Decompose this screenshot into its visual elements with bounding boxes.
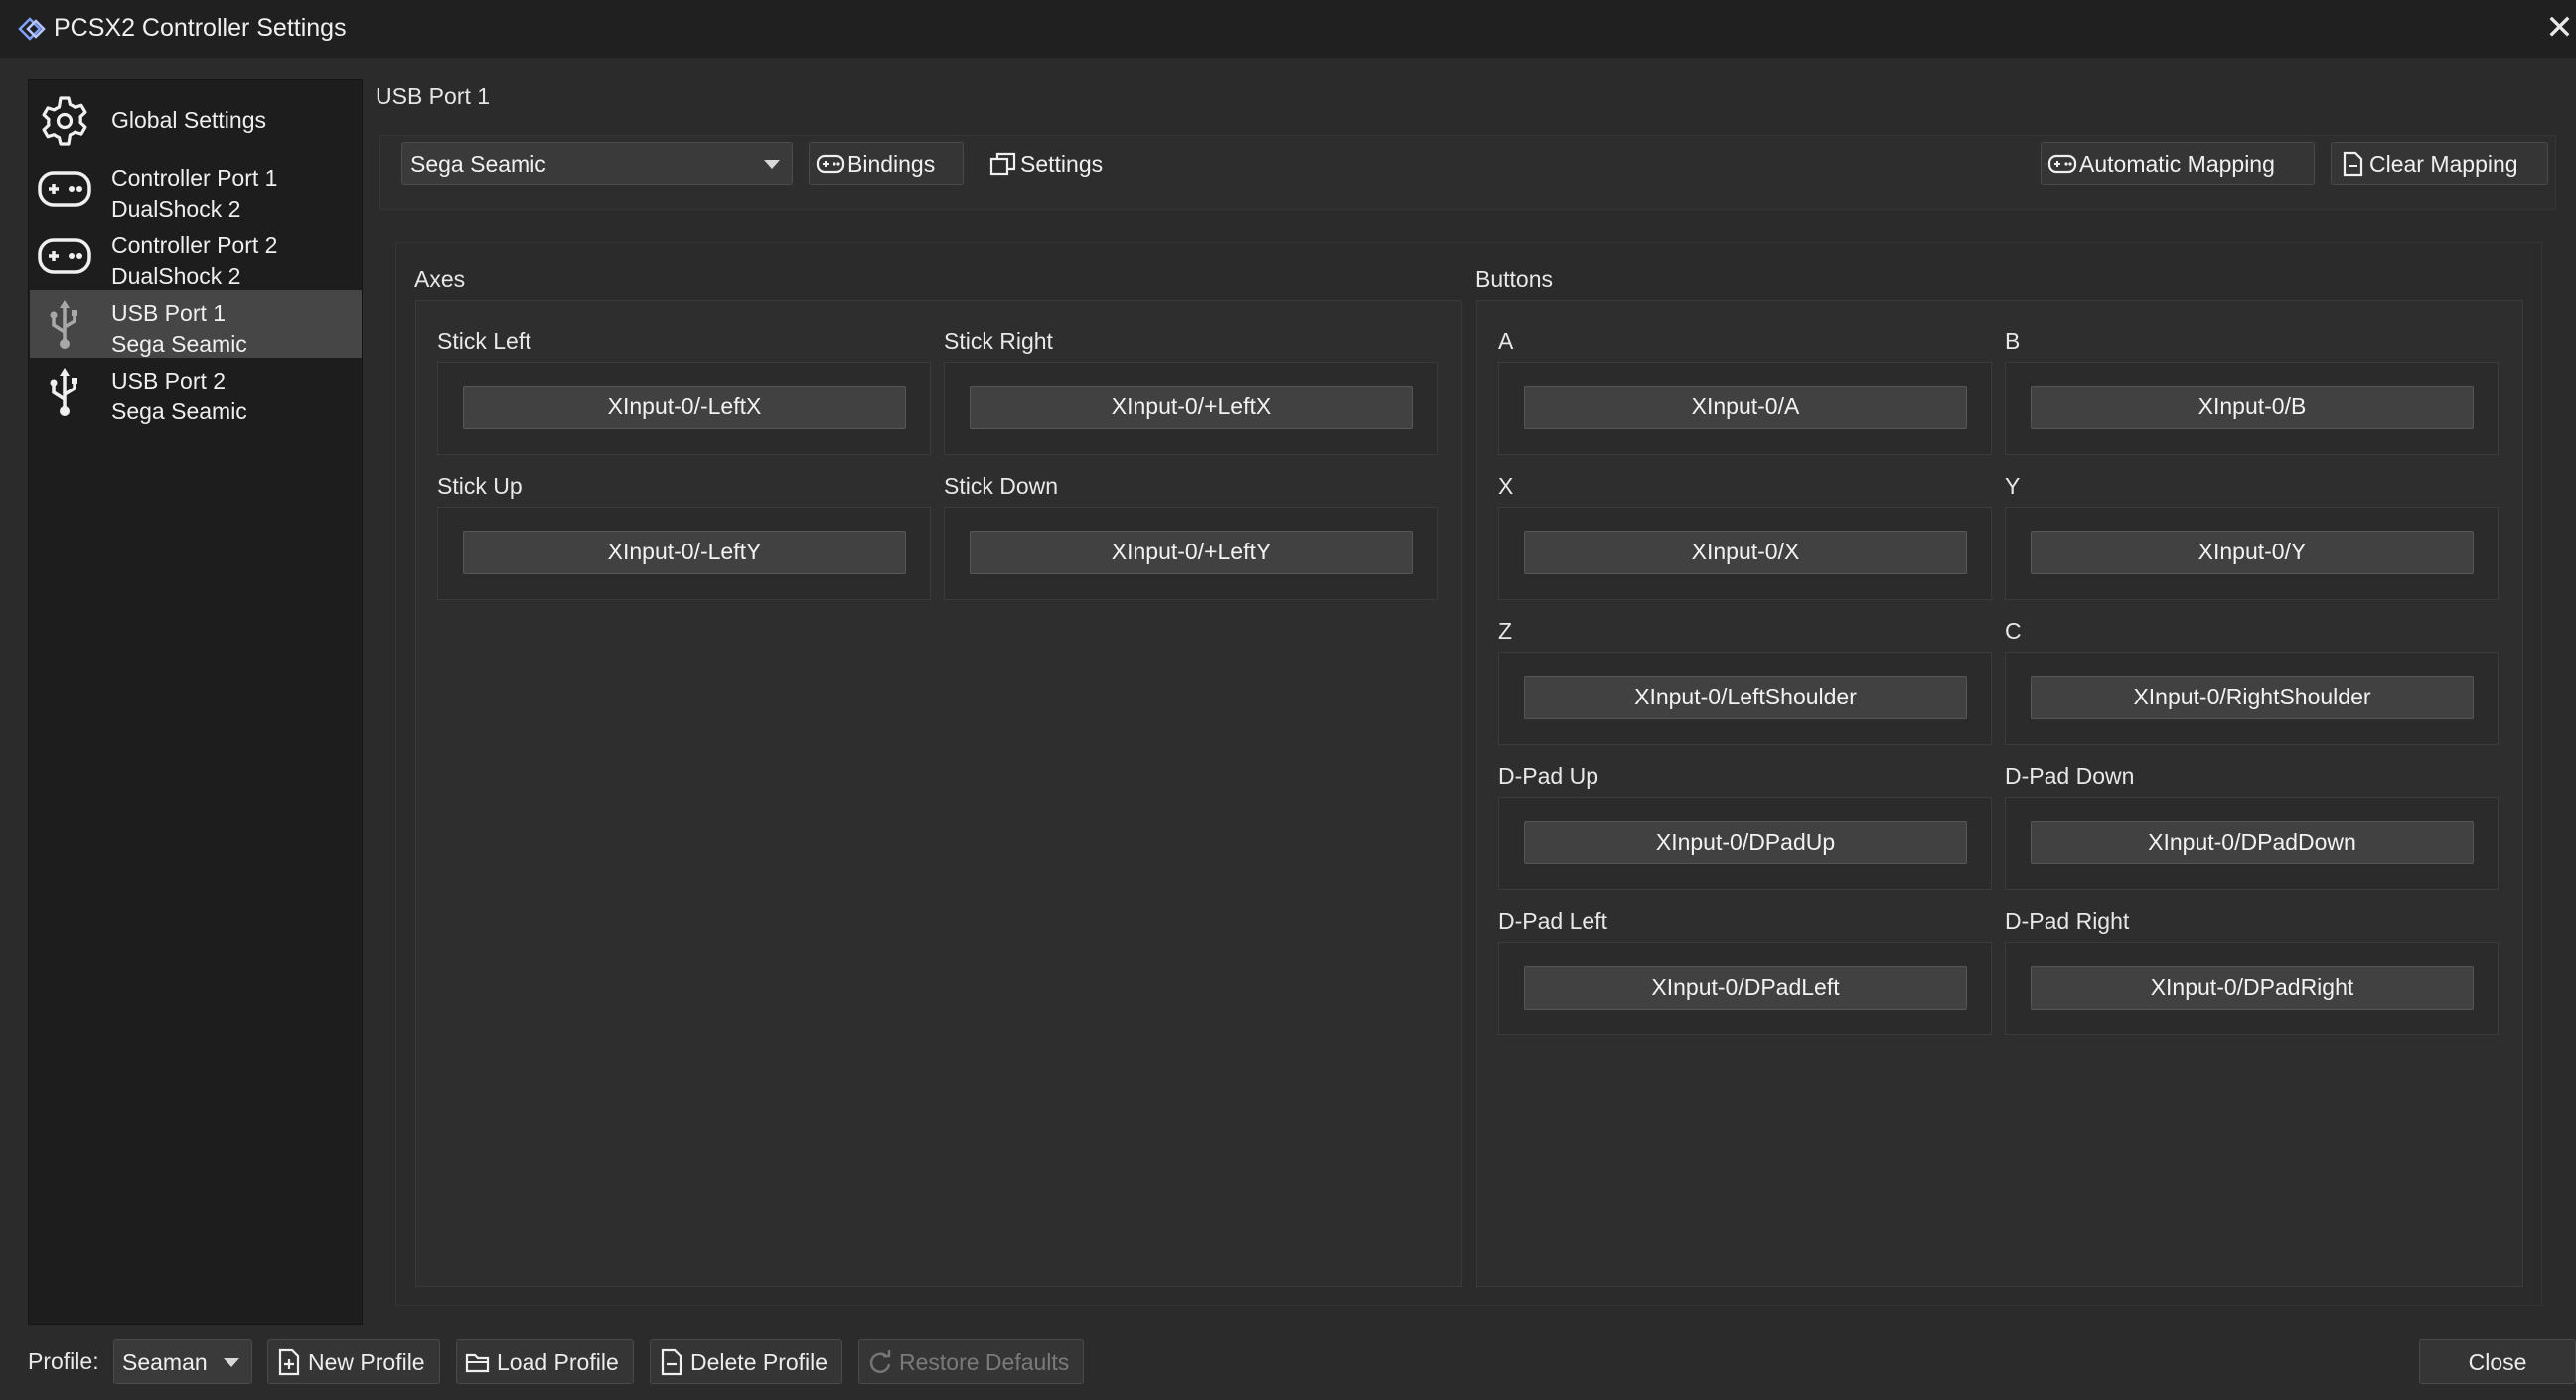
clear-mapping-button[interactable]: Clear Mapping <box>2331 142 2548 185</box>
buttons-group-title: Buttons <box>1475 266 1553 292</box>
clear-mapping-label: Clear Mapping <box>2369 151 2518 177</box>
stick-right-binding-button[interactable]: XInput-0/+LeftX <box>970 386 1413 429</box>
sidebar: Global Settings Controller Port 1 DualSh… <box>28 79 363 1325</box>
binding-label: D-Pad Down <box>2005 763 2135 789</box>
dpad-right-binding-button[interactable]: XInput-0/DPadRight <box>2031 966 2474 1010</box>
binding-label: Stick Up <box>437 473 523 499</box>
sidebar-item-label: Controller Port 2 <box>111 233 278 258</box>
close-button[interactable]: Close <box>2419 1339 2576 1384</box>
sidebar-item-sublabel: DualShock 2 <box>111 196 241 222</box>
profile-label: Profile: <box>28 1348 99 1374</box>
device-type-value: Sega Seamic <box>410 151 546 177</box>
sidebar-item-label: Global Settings <box>111 107 266 133</box>
stick-up-binding-button[interactable]: XInput-0/-LeftY <box>463 531 906 574</box>
button-x-binding-button[interactable]: XInput-0/X <box>1524 531 1967 574</box>
stick-left-binding-button[interactable]: XInput-0/-LeftX <box>463 386 906 429</box>
restore-defaults-button[interactable]: Restore Defaults <box>858 1339 1084 1384</box>
window-close-icon[interactable]: ✕ <box>2543 8 2576 48</box>
new-profile-button[interactable]: New Profile <box>267 1339 440 1384</box>
restore-defaults-label: Restore Defaults <box>899 1349 1070 1375</box>
bindings-tab-button[interactable]: Bindings <box>809 142 964 185</box>
binding-label: A <box>1498 328 1514 354</box>
load-profile-label: Load Profile <box>497 1349 619 1375</box>
button-c-binding-button[interactable]: XInput-0/RightShoulder <box>2031 676 2474 719</box>
bindings-label: Bindings <box>847 151 936 177</box>
sidebar-item-sublabel: Sega Seamic <box>111 331 247 357</box>
sidebar-item-label: Controller Port 1 <box>111 165 278 191</box>
button-z-binding-button[interactable]: XInput-0/LeftShoulder <box>1524 676 1967 719</box>
window-title: PCSX2 Controller Settings <box>54 14 347 42</box>
automatic-mapping-button[interactable]: Automatic Mapping <box>2041 142 2315 185</box>
delete-profile-label: Delete Profile <box>690 1349 829 1375</box>
chevron-down-icon <box>764 160 780 169</box>
gamepad-icon <box>38 171 91 207</box>
pcsx2-logo-icon <box>18 17 46 41</box>
binding-label: Stick Right <box>944 328 1053 354</box>
axes-group-title: Axes <box>414 266 466 292</box>
new-document-icon <box>278 1348 300 1376</box>
button-a-binding-button[interactable]: XInput-0/A <box>1524 386 1967 429</box>
dpad-up-binding-button[interactable]: XInput-0/DPadUp <box>1524 821 1967 864</box>
binding-label: C <box>2005 618 2022 644</box>
settings-label: Settings <box>1020 151 1104 177</box>
automatic-mapping-label: Automatic Mapping <box>2079 151 2275 177</box>
sidebar-item-label: USB Port 2 <box>111 368 227 393</box>
sidebar-item-label: USB Port 1 <box>111 300 227 326</box>
new-profile-label: New Profile <box>308 1349 425 1375</box>
dpad-down-binding-button[interactable]: XInput-0/DPadDown <box>2031 821 2474 864</box>
title-bar <box>0 0 2576 58</box>
sidebar-item-usb-port-1[interactable]: USB Port 1 Sega Seamic <box>30 290 362 358</box>
binding-label: D-Pad Left <box>1498 908 1607 934</box>
document-icon <box>2343 151 2363 177</box>
binding-label: D-Pad Up <box>1498 763 1598 789</box>
refresh-icon <box>869 1350 891 1373</box>
document-remove-icon <box>661 1348 682 1376</box>
button-b-binding-button[interactable]: XInput-0/B <box>2031 386 2474 429</box>
binding-label: D-Pad Right <box>2005 908 2130 934</box>
sidebar-item-global-settings[interactable]: Global Settings <box>30 87 362 155</box>
binding-label: B <box>2005 328 2021 354</box>
gamepad-icon <box>816 154 845 174</box>
gamepad-icon <box>2047 154 2077 174</box>
binding-label: Y <box>2005 473 2021 499</box>
load-profile-button[interactable]: Load Profile <box>456 1339 634 1384</box>
binding-label: Stick Left <box>437 328 531 354</box>
folder-open-icon <box>465 1353 490 1373</box>
usb-icon <box>50 300 77 349</box>
delete-profile-button[interactable]: Delete Profile <box>650 1339 842 1384</box>
sidebar-item-sublabel: Sega Seamic <box>111 398 247 424</box>
profile-select[interactable]: Seaman <box>113 1339 252 1384</box>
binding-label: Z <box>1498 618 1513 644</box>
binding-label: X <box>1498 473 1514 499</box>
sidebar-item-usb-port-2[interactable]: USB Port 2 Sega Seamic <box>30 358 362 425</box>
sidebar-item-sublabel: DualShock 2 <box>111 263 241 289</box>
gamepad-icon <box>38 238 91 274</box>
device-type-select[interactable]: Sega Seamic <box>401 142 793 185</box>
page-title: USB Port 1 <box>376 83 491 109</box>
window-restore-icon <box>989 152 1016 176</box>
stick-down-binding-button[interactable]: XInput-0/+LeftY <box>970 531 1413 574</box>
settings-tab-button[interactable]: Settings <box>982 142 1121 185</box>
gear-icon <box>42 96 87 146</box>
profile-value: Seaman <box>122 1349 208 1375</box>
usb-icon <box>50 368 77 416</box>
dpad-left-binding-button[interactable]: XInput-0/DPadLeft <box>1524 966 1967 1010</box>
button-y-binding-button[interactable]: XInput-0/Y <box>2031 531 2474 574</box>
chevron-down-icon <box>224 1358 239 1367</box>
sidebar-item-controller-port-1[interactable]: Controller Port 1 DualShock 2 <box>30 155 362 223</box>
close-label: Close <box>2468 1349 2527 1375</box>
binding-label: Stick Down <box>944 473 1059 499</box>
sidebar-item-controller-port-2[interactable]: Controller Port 2 DualShock 2 <box>30 223 362 290</box>
